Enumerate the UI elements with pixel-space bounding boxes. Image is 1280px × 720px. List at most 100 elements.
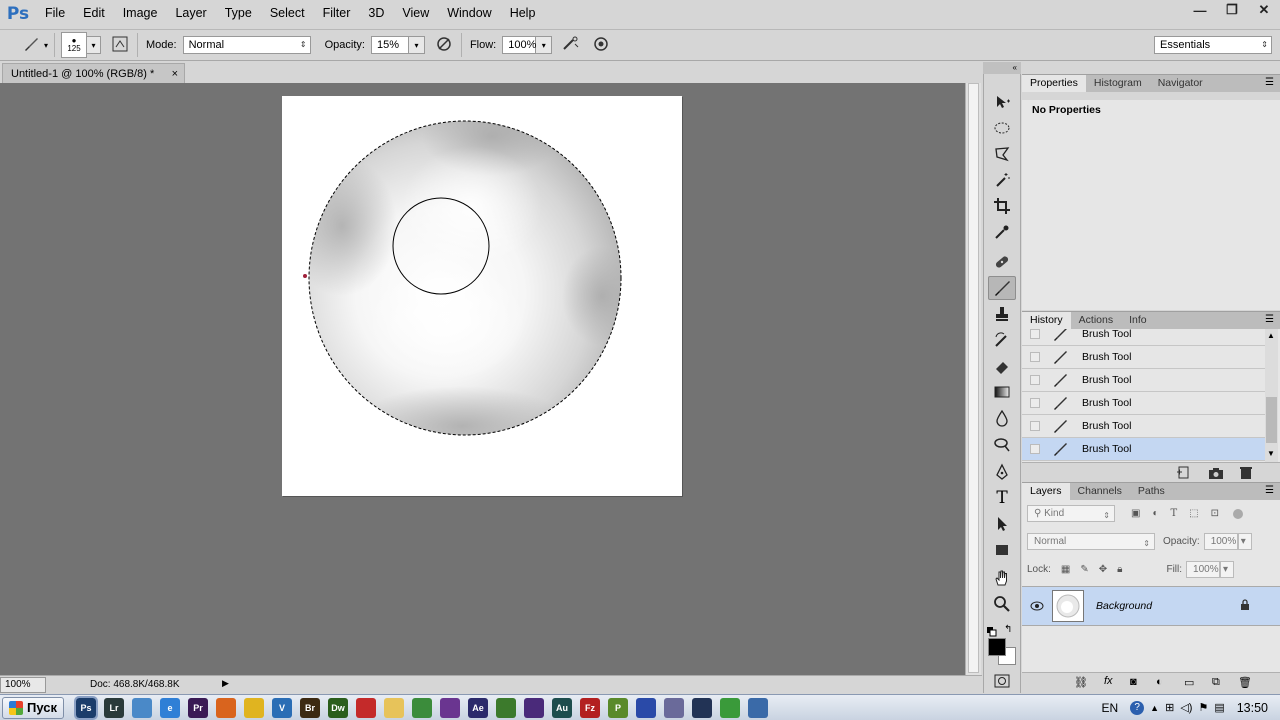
lasso-icon[interactable]: [988, 142, 1016, 166]
snapshot-checkbox[interactable]: [1030, 329, 1040, 339]
taskbar-app-filezilla[interactable]: Fz: [580, 697, 600, 718]
layer-opacity-input[interactable]: 100%: [1203, 533, 1238, 550]
tab-paths[interactable]: Paths: [1130, 483, 1173, 500]
healing-brush-icon[interactable]: [988, 250, 1016, 274]
pen-icon[interactable]: [988, 460, 1016, 484]
magic-wand-icon[interactable]: [988, 168, 1016, 192]
scrollbar-thumb[interactable]: [968, 83, 979, 673]
document-canvas[interactable]: [282, 96, 682, 496]
menu-filter[interactable]: Filter: [314, 0, 360, 27]
zoom-level-field[interactable]: 100%: [0, 676, 46, 693]
pressure-size-toggle[interactable]: [590, 34, 612, 56]
new-document-from-state-icon[interactable]: [1176, 466, 1192, 480]
gradient-icon[interactable]: [988, 380, 1016, 404]
menu-3d[interactable]: 3D: [359, 0, 393, 27]
tab-properties[interactable]: Properties: [1022, 75, 1086, 92]
document-tab[interactable]: Untitled-1 @ 100% (RGB/8) * ×: [2, 63, 185, 83]
language-indicator[interactable]: EN: [1102, 701, 1119, 715]
panel-menu-icon[interactable]: ☰: [1265, 75, 1280, 92]
close-icon[interactable]: ×: [172, 68, 178, 80]
snapshot-checkbox[interactable]: [1030, 444, 1040, 454]
camera-icon[interactable]: [1208, 466, 1224, 480]
brush-panel-toggle[interactable]: [109, 34, 131, 56]
layer-row-background[interactable]: Background: [1022, 586, 1280, 626]
history-item[interactable]: Brush Tool: [1022, 369, 1265, 392]
eyedropper-icon[interactable]: [988, 220, 1016, 244]
volume-icon[interactable]: ◁): [1180, 701, 1192, 714]
menu-file[interactable]: File: [36, 0, 74, 27]
taskbar-app-green-circle[interactable]: [720, 697, 740, 718]
taskbar-app-charts[interactable]: [412, 697, 432, 718]
shape-layer-filter-icon[interactable]: ⬚: [1189, 508, 1198, 519]
taskbar-app-lightroom[interactable]: Lr: [104, 697, 124, 718]
taskbar-app-opera[interactable]: [356, 697, 376, 718]
tab-info[interactable]: Info: [1121, 312, 1155, 329]
scroll-down-icon[interactable]: ▼: [1267, 449, 1275, 458]
flow-dropdown[interactable]: ▾: [536, 36, 553, 54]
taskbar-app-globe[interactable]: [748, 697, 768, 718]
canvas-vertical-scrollbar[interactable]: [965, 83, 981, 675]
blend-mode-select[interactable]: Normal ⇕: [1027, 533, 1155, 550]
taskbar-app-internet-explorer[interactable]: e: [160, 697, 180, 718]
taskbar-app-browser[interactable]: [132, 697, 152, 718]
tray-expand-icon[interactable]: ▲: [1150, 703, 1159, 713]
snapshot-checkbox[interactable]: [1030, 352, 1040, 362]
ellipse-marquee-icon[interactable]: [988, 116, 1016, 140]
history-item[interactable]: Brush Tool: [1022, 392, 1265, 415]
restore-button[interactable]: ❐: [1216, 0, 1248, 20]
adjustment-layer-filter-icon[interactable]: ◐: [1152, 508, 1158, 519]
tab-actions[interactable]: Actions: [1071, 312, 1121, 329]
type-icon[interactable]: T: [988, 486, 1016, 510]
path-selection-icon[interactable]: [988, 512, 1016, 536]
taskbar-app-firefox[interactable]: [216, 697, 236, 718]
scrollbar-thumb[interactable]: [1266, 397, 1277, 443]
help-icon[interactable]: ?: [1130, 700, 1145, 715]
new-group-icon[interactable]: ▭: [1184, 676, 1194, 689]
start-button[interactable]: Пуск: [2, 696, 64, 719]
menu-image[interactable]: Image: [114, 0, 167, 27]
brush-icon[interactable]: [988, 276, 1016, 300]
taskbar-app-arrow[interactable]: [664, 697, 684, 718]
history-item[interactable]: Brush Tool: [1022, 415, 1265, 438]
tool-preset-picker[interactable]: [20, 34, 42, 56]
history-brush-icon[interactable]: [988, 328, 1016, 352]
history-item-selected[interactable]: Brush Tool: [1022, 438, 1265, 461]
tray-app-icon[interactable]: ▤: [1214, 701, 1224, 714]
tab-history[interactable]: History: [1022, 312, 1071, 329]
taskbar-app-dreamweaver[interactable]: Dw: [328, 697, 348, 718]
layer-mask-icon[interactable]: ◙: [1130, 676, 1137, 688]
lock-transparent-icon[interactable]: ▦: [1061, 564, 1070, 575]
panel-menu-icon[interactable]: ☰: [1265, 483, 1280, 500]
tools-panel-collapse[interactable]: «: [983, 62, 1021, 74]
taskbar-app-violet[interactable]: [524, 697, 544, 718]
network-icon[interactable]: ⊞: [1165, 701, 1174, 714]
fill-input[interactable]: 100%: [1186, 561, 1221, 578]
filter-toggle-icon[interactable]: [1233, 508, 1244, 519]
swap-colors-icon[interactable]: ↰: [1004, 624, 1012, 635]
link-layers-icon[interactable]: ⛓: [1074, 676, 1088, 689]
taskbar-app-publisher[interactable]: P: [608, 697, 628, 718]
taskbar-app-bridge[interactable]: Br: [300, 697, 320, 718]
tab-navigator[interactable]: Navigator: [1150, 75, 1211, 92]
trash-icon[interactable]: [1238, 466, 1254, 480]
move-icon[interactable]: [988, 90, 1016, 114]
minimize-button[interactable]: —: [1184, 0, 1216, 20]
menu-layer[interactable]: Layer: [166, 0, 215, 27]
adjustment-layer-icon[interactable]: ◐: [1156, 676, 1163, 688]
tab-channels[interactable]: Channels: [1070, 483, 1130, 500]
foreground-color-swatch[interactable]: [988, 638, 1006, 656]
tab-layers[interactable]: Layers: [1022, 483, 1070, 500]
taskbar-app-premiere[interactable]: Pr: [188, 697, 208, 718]
close-window-button[interactable]: ✕: [1248, 0, 1280, 20]
status-menu-arrow-icon[interactable]: ▶: [222, 678, 229, 689]
taskbar-app-photoshop[interactable]: Ps: [74, 695, 98, 720]
lock-position-icon[interactable]: ✥: [1099, 564, 1107, 575]
crop-icon[interactable]: [988, 194, 1016, 218]
smart-object-filter-icon[interactable]: ⊡: [1211, 508, 1219, 519]
snapshot-checkbox[interactable]: [1030, 398, 1040, 408]
taskbar-app-circle[interactable]: [692, 697, 712, 718]
layer-opacity-dropdown[interactable]: ▾: [1237, 533, 1252, 550]
tab-histogram[interactable]: Histogram: [1086, 75, 1150, 92]
history-scrollbar[interactable]: ▲ ▼: [1265, 329, 1278, 462]
menu-type[interactable]: Type: [216, 0, 261, 27]
